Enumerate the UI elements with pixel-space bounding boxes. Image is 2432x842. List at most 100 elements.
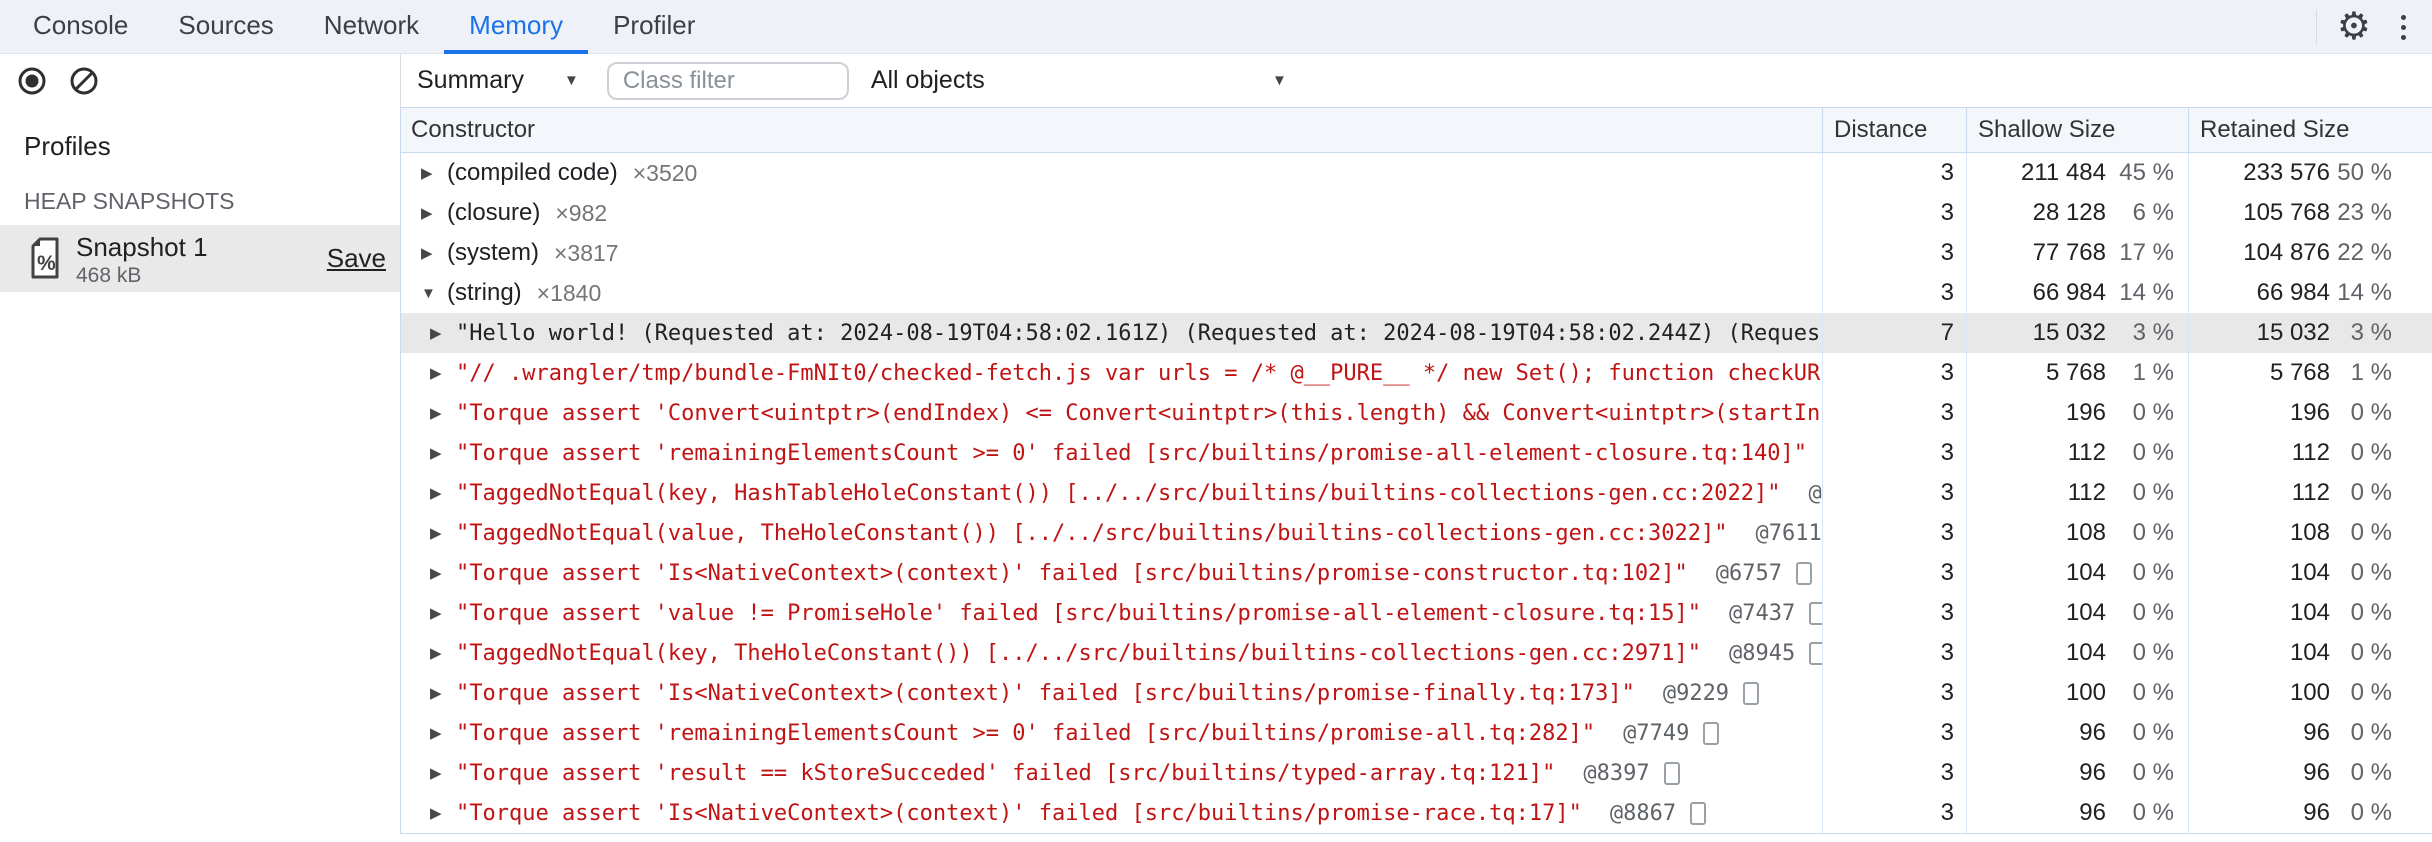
shallow-size-cell: 96 0 % [1967,753,2189,793]
expander-icon[interactable]: ▶ [430,644,456,662]
distance-cell: 3 [1823,473,1967,513]
retained-size-cell: 5 768 1 % [2189,353,2432,393]
expander-icon[interactable]: ▶ [430,684,456,702]
constructor-cell: ▶ "Torque assert 'remainingElementsCount… [401,713,1823,753]
more-options-kebab-icon[interactable] [2397,11,2410,44]
retained-size-percent: 23 % [2337,199,2392,226]
constructor-cell: ▶ "TaggedNotEqual(key, HashTableHoleCons… [401,473,1823,513]
expander-icon[interactable]: ▶ [421,164,447,182]
retained-size-value: 104 [2289,599,2330,626]
table-row[interactable]: ▶ "Torque assert 'remainingElementsCount… [401,713,2432,753]
tab-sources[interactable]: Sources [153,0,298,54]
table-row[interactable]: ▶ "Torque assert 'value != PromiseHole' … [401,593,2432,633]
shallow-size-value: 108 [2065,519,2106,546]
expander-icon[interactable]: ▼ [421,285,447,302]
shallow-size-value: 96 [2079,799,2106,826]
expander-icon[interactable]: ▶ [430,804,456,822]
distance-cell: 3 [1823,433,1967,473]
perspective-select[interactable]: Summary ▼ [417,66,579,95]
retained-size-cell: 112 0 % [2189,433,2432,473]
distance-cell: 3 [1823,153,1967,193]
expander-icon[interactable]: ▶ [421,204,447,222]
table-row[interactable]: ▶ "Torque assert 'Is<NativeContext>(cont… [401,673,2432,713]
expander-icon[interactable]: ▶ [430,484,456,502]
retained-size-percent: 14 % [2337,279,2392,306]
table-row[interactable]: ▶ "Torque assert 'Is<NativeContext>(cont… [401,553,2432,593]
constructor-cell: ▶ "TaggedNotEqual(value, TheHoleConstant… [401,513,1823,553]
retained-size-percent: 0 % [2350,399,2392,426]
tab-console[interactable]: Console [8,0,153,54]
table-row[interactable]: ▶ "// .wrangler/tmp/bundle-FmNIt0/checke… [401,353,2432,393]
grid-body: ▶ (compiled code) ×3520 3 211 484 45 % 2… [401,153,2432,833]
table-row[interactable]: ▶ (compiled code) ×3520 3 211 484 45 % 2… [401,153,2432,193]
snapshot-list-item[interactable]: % Snapshot 1 468 kB Save [0,225,400,292]
table-row[interactable]: ▶ "Torque assert 'remainingElementsCount… [401,433,2432,473]
retained-size-cell: 104 0 % [2189,633,2432,673]
retained-size-cell: 66 984 14 % [2189,273,2432,313]
expander-icon[interactable]: ▶ [421,244,447,262]
table-row[interactable]: ▶ "Torque assert 'Convert<uintptr>(endIn… [401,393,2432,433]
shallow-size-percent: 0 % [2132,519,2174,546]
objects-filter-select[interactable]: All objects ▼ [871,66,1287,95]
table-row[interactable]: ▶ (closure) ×982 3 28 128 6 % 105 768 23… [401,193,2432,233]
shallow-size-cell: 28 128 6 % [1967,193,2189,233]
constructor-text: "Torque assert 'value != PromiseHole' fa… [456,600,1702,626]
constructor-cell: ▶ "Hello world! (Requested at: 2024-08-1… [401,313,1823,353]
class-filter-input[interactable] [606,61,849,100]
tab-network[interactable]: Network [299,0,444,54]
column-header-distance[interactable]: Distance [1823,108,1967,152]
record-heap-snapshot-button[interactable] [16,65,48,97]
tab-memory[interactable]: Memory [444,0,589,54]
shallow-size-value: 96 [2079,759,2106,786]
column-header-shallow-size[interactable]: Shallow Size [1967,108,2189,152]
shallow-size-cell: 66 984 14 % [1967,273,2189,313]
devtools-memory-panel: Console Sources Network Memory Profiler … [0,0,2432,842]
table-row[interactable]: ▶ "TaggedNotEqual(key, TheHoleConstant()… [401,633,2432,673]
table-row[interactable]: ▶ "TaggedNotEqual(key, HashTableHoleCons… [401,473,2432,513]
expander-icon[interactable]: ▶ [430,524,456,542]
tofu-glyph-icon [1743,681,1760,705]
distance-cell: 3 [1823,633,1967,673]
table-row[interactable]: ▶ (system) ×3817 3 77 768 17 % 104 876 2… [401,233,2432,273]
shallow-size-value: 96 [2079,719,2106,746]
table-row[interactable]: ▶ "TaggedNotEqual(value, TheHoleConstant… [401,513,2432,553]
tofu-glyph-icon [1663,761,1680,785]
shallow-size-cell: 112 0 % [1967,433,2189,473]
column-header-constructor[interactable]: Constructor [400,108,1823,152]
save-snapshot-link[interactable]: Save [327,243,386,274]
expander-icon[interactable]: ▶ [430,324,456,342]
clear-profiles-button[interactable] [68,65,100,97]
perspective-select-value: Summary [417,66,524,94]
shallow-size-percent: 0 % [2132,599,2174,626]
expander-icon[interactable]: ▶ [430,364,456,382]
expander-icon[interactable]: ▶ [430,604,456,622]
expander-icon[interactable]: ▶ [430,444,456,462]
tab-profiler[interactable]: Profiler [588,0,720,54]
constructor-cell: ▶ "Torque assert 'value != PromiseHole' … [401,593,1823,633]
chevron-down-icon: ▼ [563,72,579,89]
distance-cell: 3 [1823,593,1967,633]
expander-icon[interactable]: ▶ [430,724,456,742]
expander-icon[interactable]: ▶ [430,404,456,422]
table-row[interactable]: ▶ "Torque assert 'Is<NativeContext>(cont… [401,793,2432,833]
shallow-size-value: 15 032 [2032,319,2106,346]
settings-gear-icon[interactable]: ⚙ [2337,0,2371,54]
distance-cell: 3 [1823,513,1967,553]
shallow-size-percent: 0 % [2132,719,2174,746]
retained-size-cell: 108 0 % [2189,513,2432,553]
distance-cell: 3 [1823,753,1967,793]
distance-cell: 3 [1823,233,1967,273]
shallow-size-percent: 1 % [2132,359,2174,386]
constructor-text: "TaggedNotEqual(key, HashTableHoleConsta… [456,480,1781,506]
table-row[interactable]: ▼ (string) ×1840 3 66 984 14 % 66 984 14… [401,273,2432,313]
constructor-text: "Torque assert 'remainingElementsCount >… [456,720,1596,746]
table-row[interactable]: ▶ "Hello world! (Requested at: 2024-08-1… [401,313,2432,353]
object-id: @8867 [1609,800,1677,826]
devtools-tab-bar: Console Sources Network Memory Profiler … [0,0,2432,54]
shallow-size-value: 100 [2065,679,2106,706]
expander-icon[interactable]: ▶ [430,564,456,582]
table-row[interactable]: ▶ "Torque assert 'result == kStoreSucced… [401,753,2432,793]
shallow-size-percent: 0 % [2132,639,2174,666]
column-header-retained-size[interactable]: Retained Size [2189,108,2432,152]
expander-icon[interactable]: ▶ [430,764,456,782]
